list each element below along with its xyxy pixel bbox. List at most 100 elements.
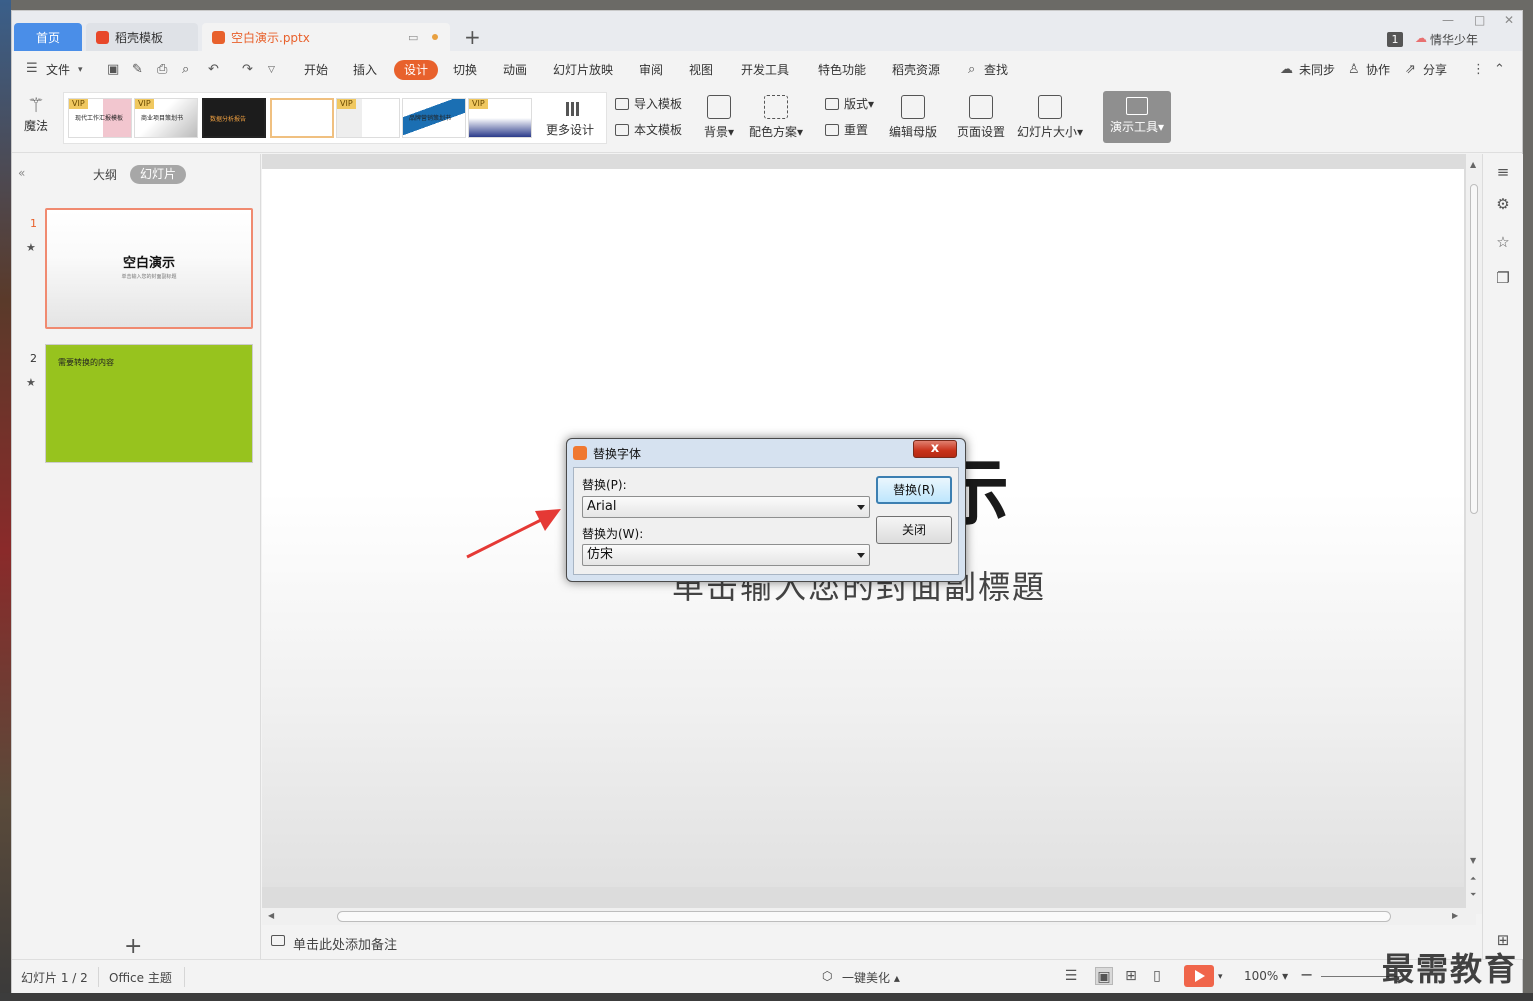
user-avatar-icon[interactable]: ☁ xyxy=(1415,31,1427,45)
menu-animation[interactable]: 动画 xyxy=(503,61,527,78)
background-button[interactable]: 背景▾ xyxy=(699,95,739,140)
prev-slide-icon[interactable]: ⏶ xyxy=(1470,874,1476,884)
maximize-icon[interactable]: □ xyxy=(1474,13,1485,27)
minimize-icon[interactable]: — xyxy=(1442,13,1454,27)
one-click-beautify-button[interactable]: 一键美化 ▴ xyxy=(842,969,900,986)
monitor-icon[interactable]: ▭ xyxy=(408,31,418,44)
tab-home[interactable]: 首页 xyxy=(14,23,82,51)
replace-button[interactable]: 替换(R) xyxy=(876,476,952,504)
menu-review[interactable]: 审阅 xyxy=(639,61,663,78)
more-design-grid-icon[interactable] xyxy=(566,102,580,116)
close-button[interactable]: 关闭 xyxy=(876,516,952,544)
reset-button[interactable]: 重置 xyxy=(825,121,868,138)
sidebar-handle-icon[interactable]: ≡ xyxy=(1494,164,1512,180)
more-options-icon[interactable]: ⋮ xyxy=(1472,62,1485,77)
file-menu[interactable]: 文件 xyxy=(46,61,70,78)
replace-font-select[interactable]: Arial xyxy=(582,496,870,518)
import-template-button[interactable]: 导入模板 xyxy=(615,95,682,112)
horizontal-scrollbar[interactable]: ◀ ▶ xyxy=(262,908,1476,925)
search-icon[interactable]: ⌕ xyxy=(968,62,975,77)
share-button[interactable]: 分享 xyxy=(1423,61,1447,78)
notes-toggle-icon[interactable]: ☰ xyxy=(1062,967,1080,985)
menu-features[interactable]: 特色功能 xyxy=(818,61,866,78)
add-slide-plus-icon[interactable]: + xyxy=(124,934,142,959)
new-tab-plus-icon[interactable]: + xyxy=(464,25,481,49)
chevron-down-icon[interactable]: ▾ xyxy=(78,65,83,75)
window-count-badge[interactable]: 1 xyxy=(1387,32,1403,47)
menu-developer[interactable]: 开发工具 xyxy=(741,61,789,78)
zoom-level[interactable]: 100% ▾ xyxy=(1244,969,1288,983)
present-tools-button[interactable]: 演示工具▾ xyxy=(1103,91,1171,143)
collapse-panel-icon[interactable]: « xyxy=(18,166,25,180)
save-icon[interactable]: ▣ xyxy=(107,62,119,77)
reading-view-icon[interactable]: ▯ xyxy=(1148,967,1166,985)
tab-slides[interactable]: 幻灯片 xyxy=(130,165,186,184)
play-options-chevron-icon[interactable]: ▾ xyxy=(1218,972,1223,982)
slide-thumbnail-1[interactable]: 空白演示 单击输入您的封面副标题 xyxy=(45,208,253,329)
this-template-button[interactable]: 本文模板 xyxy=(615,121,682,138)
scroll-right-icon[interactable]: ▶ xyxy=(1452,911,1458,920)
zoom-out-icon[interactable]: − xyxy=(1300,965,1313,984)
menu-slideshow[interactable]: 幻灯片放映 xyxy=(553,61,613,78)
close-window-icon[interactable]: ✕ xyxy=(1504,13,1514,27)
more-design-button[interactable]: 更多设计 xyxy=(546,121,594,138)
tab-docer-template[interactable]: 稻壳模板 xyxy=(86,23,198,51)
slide-size-button[interactable]: 幻灯片大小▾ xyxy=(1014,95,1086,140)
sync-status[interactable]: 未同步 xyxy=(1299,61,1335,78)
template-thumb[interactable]: VIP xyxy=(336,98,400,138)
page-setup-button[interactable]: 页面设置 xyxy=(954,95,1008,140)
scroll-left-icon[interactable]: ◀ xyxy=(268,911,274,920)
template-thumb[interactable]: VIP xyxy=(468,98,532,138)
watermark-logo: 最需教育 xyxy=(1382,950,1519,988)
template-thumb[interactable]: VIP 商业项目策划书 xyxy=(134,98,198,138)
share-icon[interactable]: ⇗ xyxy=(1405,62,1416,77)
slide-thumbnail-2[interactable]: 需要转换的内容 xyxy=(45,344,253,463)
vertical-scrollbar[interactable]: ▲ ▼ ⏶ ⏷ xyxy=(1466,154,1482,914)
color-scheme-button[interactable]: 配色方案▾ xyxy=(746,95,806,140)
menu-docer-resources[interactable]: 稻壳资源 xyxy=(892,61,940,78)
template-thumb[interactable]: 数据分析报告 xyxy=(202,98,266,138)
notes-area[interactable]: 单击此处添加备注 xyxy=(262,925,1476,957)
next-slide-icon[interactable]: ⏷ xyxy=(1470,890,1476,900)
menu-view[interactable]: 视图 xyxy=(689,61,713,78)
theme-name[interactable]: Office 主题 xyxy=(109,969,172,986)
menu-start[interactable]: 开始 xyxy=(304,61,328,78)
cloud-sync-icon[interactable]: ☁ xyxy=(1280,62,1293,77)
menu-transition[interactable]: 切换 xyxy=(453,61,477,78)
hamburger-menu-icon[interactable]: ☰ xyxy=(26,61,38,76)
dialog-close-icon[interactable]: x xyxy=(913,440,957,458)
search-button[interactable]: 查找 xyxy=(984,61,1008,78)
play-slideshow-button[interactable] xyxy=(1184,965,1214,987)
scroll-down-icon[interactable]: ▼ xyxy=(1470,856,1476,865)
layout-button[interactable]: 版式 ▾ xyxy=(825,95,874,112)
magic-button[interactable]: ⚚ 魔法 xyxy=(20,93,52,134)
horizontal-scroll-thumb[interactable] xyxy=(337,911,1391,922)
template-thumb[interactable]: VIP 现代工作汇报模板 xyxy=(68,98,132,138)
slide-sorter-icon[interactable]: ⊞ xyxy=(1122,967,1140,985)
menu-design[interactable]: 设计 xyxy=(394,60,438,80)
print-icon[interactable]: ⎙ xyxy=(157,62,167,77)
beautify-icon[interactable]: ⬡ xyxy=(822,969,832,983)
scroll-up-icon[interactable]: ▲ xyxy=(1470,160,1476,169)
properties-icon[interactable]: ⚙ xyxy=(1494,196,1512,212)
tab-outline[interactable]: 大纲 xyxy=(93,166,117,183)
copy-icon[interactable]: ❐ xyxy=(1494,270,1512,286)
template-thumb[interactable]: 品牌营销策划书 xyxy=(402,98,466,138)
format-painter-icon[interactable]: ✎ xyxy=(132,62,143,77)
menu-insert[interactable]: 插入 xyxy=(353,61,377,78)
tab-document[interactable]: 空白演示.pptx ▭ xyxy=(202,23,450,51)
collaborate-icon[interactable]: ♙ xyxy=(1348,62,1360,77)
template-thumb[interactable] xyxy=(270,98,334,138)
collapse-ribbon-icon[interactable]: ⌃ xyxy=(1494,62,1505,77)
collaborate-button[interactable]: 协作 xyxy=(1366,61,1390,78)
pin-icon[interactable]: ☆ xyxy=(1494,234,1512,250)
vertical-scroll-thumb[interactable] xyxy=(1470,184,1478,514)
customize-quick-access-icon[interactable]: ▽ xyxy=(268,65,275,75)
user-name[interactable]: 情华少年 xyxy=(1430,31,1478,48)
normal-view-icon[interactable]: ▣ xyxy=(1095,967,1113,985)
replace-with-font-select[interactable]: 仿宋 xyxy=(582,544,870,566)
redo-icon[interactable]: ↷ xyxy=(242,62,253,77)
edit-master-button[interactable]: 编辑母版 xyxy=(886,95,940,140)
print-preview-icon[interactable]: ⌕ xyxy=(182,62,189,77)
undo-icon[interactable]: ↶ xyxy=(208,62,219,77)
